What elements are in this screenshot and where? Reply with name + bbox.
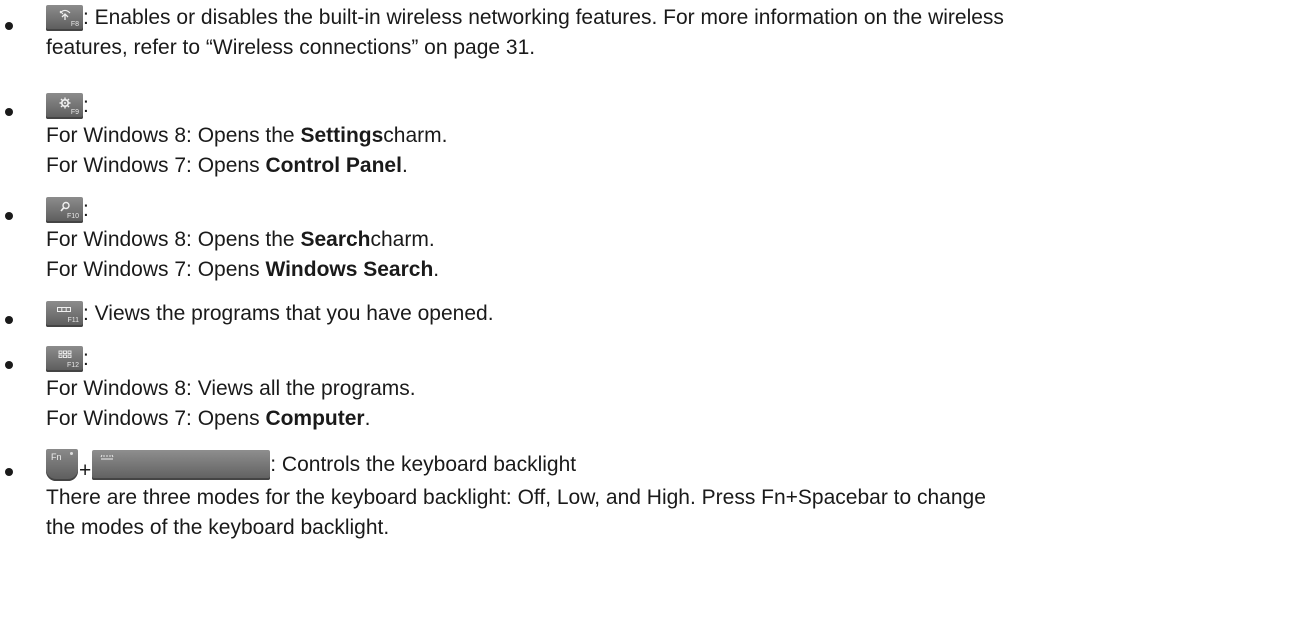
win7-suffix: . bbox=[401, 154, 408, 177]
bullet bbox=[5, 361, 13, 369]
bullet bbox=[5, 108, 13, 116]
win8-text: For Windows 8: Views all the programs. bbox=[46, 377, 416, 400]
win7-bold: Control Panel bbox=[265, 154, 402, 177]
keyboard-backlight-icon bbox=[100, 454, 114, 460]
bullet bbox=[5, 316, 13, 324]
item-text-line1: : Controls the keyboard backlight bbox=[270, 453, 577, 476]
key-label: F8 bbox=[70, 21, 79, 28]
win7-prefix: For Windows 7: Opens bbox=[46, 258, 260, 281]
item-text-line2: There are three modes for the keyboard b… bbox=[46, 486, 986, 509]
win8-suffix: charm. bbox=[370, 228, 435, 251]
f11-key-image: F11 bbox=[46, 301, 83, 327]
f10-key-image: F10 bbox=[46, 197, 83, 223]
f9-key-image: F9 bbox=[46, 93, 83, 119]
bullet bbox=[5, 22, 13, 30]
search-icon bbox=[60, 201, 70, 212]
win8-bold: Settings bbox=[300, 124, 384, 147]
win7-bold: Computer bbox=[265, 407, 365, 430]
win8-prefix: For Windows 8: Opens the bbox=[46, 228, 295, 251]
bullet bbox=[5, 468, 13, 476]
win7-prefix: For Windows 7: Opens bbox=[46, 154, 260, 177]
win8-prefix: For Windows 8: Opens the bbox=[46, 124, 295, 147]
gear-icon bbox=[59, 97, 71, 109]
item-text-line2: features, refer to “Wireless connections… bbox=[46, 36, 536, 59]
win7-prefix: For Windows 7: Opens bbox=[46, 407, 260, 430]
win7-suffix: . bbox=[433, 258, 440, 281]
key-label: F9 bbox=[70, 109, 79, 116]
key-label: F12 bbox=[66, 362, 79, 369]
win8-suffix: charm. bbox=[383, 124, 448, 147]
all-programs-icon bbox=[58, 350, 72, 358]
fn-key-image: Fn bbox=[46, 449, 78, 481]
key-label: F10 bbox=[66, 213, 79, 220]
item-text-line1: : Enables or disables the built-in wirel… bbox=[83, 6, 1004, 29]
open-programs-icon bbox=[57, 307, 71, 312]
win8-bold: Search bbox=[300, 228, 371, 251]
win7-suffix: . bbox=[364, 407, 371, 430]
win7-bold: Windows Search bbox=[265, 258, 434, 281]
bullet bbox=[5, 212, 13, 220]
key-label: F11 bbox=[67, 317, 79, 324]
wireless-icon bbox=[59, 9, 71, 20]
f12-key-image: F12 bbox=[46, 346, 83, 372]
item-text-line1: : Views the programs that you have opene… bbox=[83, 302, 494, 325]
f8-key-image: F8 bbox=[46, 5, 83, 31]
item-colon: : bbox=[83, 198, 89, 221]
fn-key-label: Fn bbox=[51, 452, 62, 462]
fn-indicator-dot bbox=[70, 452, 73, 455]
plus-sign: + bbox=[79, 459, 92, 482]
spacebar-key-image bbox=[92, 450, 271, 480]
item-text-line3: the modes of the keyboard backlight. bbox=[46, 516, 390, 539]
item-colon: : bbox=[83, 347, 89, 370]
item-colon: : bbox=[83, 94, 89, 117]
